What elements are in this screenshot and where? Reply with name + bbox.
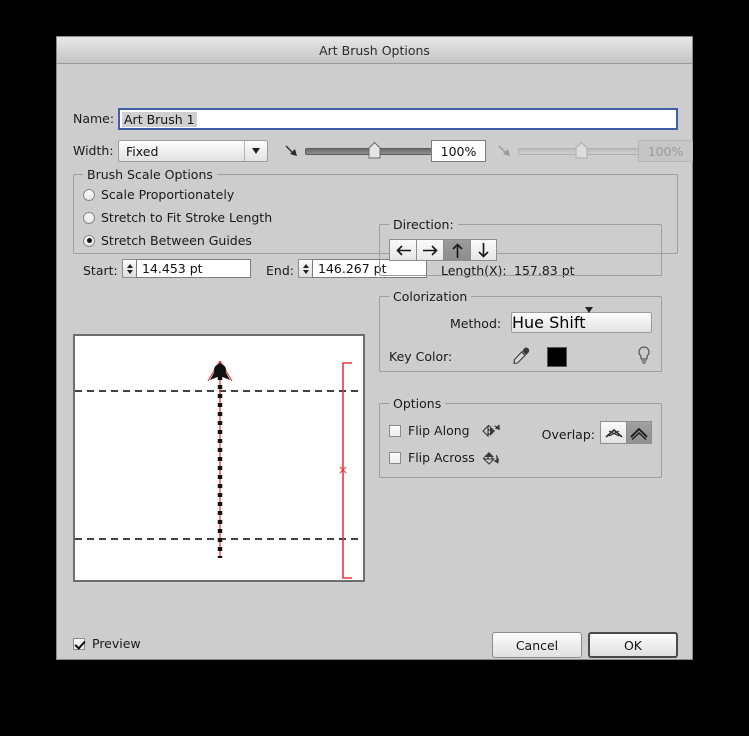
flip-along-checkbox[interactable]: Flip Along (389, 423, 470, 438)
start-stepper[interactable] (122, 259, 136, 278)
colorization-group: Colorization Method: Hue Shift Key Color… (379, 289, 662, 372)
ok-button[interactable]: OK (588, 632, 678, 658)
ok-button-label: OK (623, 637, 643, 653)
key-color-swatch[interactable] (547, 347, 567, 367)
options-title: Options (389, 396, 446, 411)
width-value-1-input[interactable]: 100% (431, 140, 486, 162)
width-row: Width: Fixed 100% 100% (73, 140, 693, 162)
end-value: 146.267 pt (318, 261, 387, 276)
arrow-down-icon (478, 242, 489, 258)
width-slider-2-group (497, 140, 641, 162)
dialog-body: Name: Art Brush 1 Width: Fixed 100% 100%… (57, 64, 693, 660)
overlap-buttons (600, 421, 652, 444)
radio-scale-proportionately[interactable]: Scale Proportionately (83, 187, 234, 202)
chevron-down-icon (585, 307, 594, 332)
width-slider-2-knob[interactable] (575, 141, 588, 159)
width-mode-select[interactable]: Fixed (118, 140, 268, 162)
start-field[interactable]: 14.453 pt (122, 259, 251, 278)
direction-up-button[interactable] (443, 239, 470, 261)
width-slider-1[interactable] (305, 141, 438, 158)
checkbox-icon (389, 451, 401, 464)
name-row: Name: Art Brush 1 (73, 108, 678, 130)
direction-left-button[interactable] (389, 239, 416, 261)
colorization-method-select[interactable]: Hue Shift (511, 307, 652, 333)
radio-stretch-to-fit-stroke-length[interactable]: Stretch to Fit Stroke Length (83, 210, 272, 225)
checkbox-icon (389, 424, 401, 437)
key-color-label: Key Color: (389, 349, 453, 364)
brush-name-value: Art Brush 1 (122, 111, 197, 127)
flip-across-checkbox[interactable]: Flip Across (389, 450, 475, 465)
end-stepper[interactable] (298, 259, 312, 278)
preview-label: Preview (92, 636, 141, 651)
art-brush-options-dialog: Art Brush Options Name: Art Brush 1 Widt… (56, 36, 693, 660)
direction-right-button[interactable] (416, 239, 443, 261)
chevron-down-icon (244, 141, 267, 161)
cancel-button[interactable]: Cancel (492, 632, 582, 658)
colorization-title: Colorization (389, 289, 472, 304)
overlap-label: Overlap: (541, 427, 595, 442)
width-value-1: 100% (440, 143, 477, 159)
width-value-2: 100% (647, 143, 684, 159)
start-value: 14.453 pt (142, 261, 203, 276)
flip-along-label: Flip Along (408, 423, 470, 438)
radio-stretch-between-guides[interactable]: Stretch Between Guides (83, 233, 252, 248)
colorization-method-value: Hue Shift (512, 313, 586, 332)
checkbox-icon (73, 637, 85, 650)
width-value-2-input[interactable]: 100% (638, 140, 693, 162)
width-slider-1-knob[interactable] (368, 141, 381, 159)
end-label: End: (266, 263, 294, 278)
direction-title: Direction: (389, 217, 458, 232)
start-label: Start: (83, 263, 118, 278)
arrow-left-icon (395, 244, 411, 256)
direction-group: Direction: (379, 217, 662, 276)
overlap-prevent-icon (630, 427, 648, 440)
brush-preview-canvas (73, 334, 365, 582)
flip-across-icon (481, 449, 503, 471)
radio-icon (83, 234, 95, 247)
width-label: Width: (73, 143, 114, 158)
arrow-right-icon (422, 244, 438, 256)
brush-preview-art (75, 360, 363, 579)
lightbulb-icon[interactable] (636, 345, 652, 369)
cancel-button-label: Cancel (515, 637, 559, 653)
stroke-width-icon (497, 143, 513, 159)
flip-along-icon (481, 422, 503, 444)
radio-label: Stretch Between Guides (101, 233, 252, 248)
flip-across-label: Flip Across (408, 450, 475, 465)
overlap-prevent-button[interactable] (626, 421, 652, 444)
arrow-up-icon (451, 242, 463, 258)
overlap-allow-icon (604, 428, 623, 438)
stroke-width-icon (284, 143, 300, 159)
width-slider-1-group (284, 140, 438, 162)
radio-label: Scale Proportionately (101, 187, 235, 202)
options-group: Options Flip Along Flip Across Overlap: (379, 396, 662, 478)
width-mode-value: Fixed (126, 143, 159, 159)
dialog-title-bar: Art Brush Options (57, 37, 692, 64)
preview-checkbox[interactable]: Preview (73, 636, 141, 651)
radio-icon (83, 188, 95, 201)
radio-label: Stretch to Fit Stroke Length (101, 210, 273, 225)
eyedropper-icon[interactable] (510, 345, 532, 371)
width-slider-2[interactable] (518, 141, 641, 158)
direction-buttons (389, 239, 497, 261)
overlap-allow-button[interactable] (600, 421, 626, 444)
direction-down-button[interactable] (470, 239, 497, 261)
dialog-title: Art Brush Options (319, 43, 430, 58)
name-label: Name: (73, 111, 115, 126)
brush-name-input[interactable]: Art Brush 1 (118, 108, 678, 130)
start-input[interactable]: 14.453 pt (136, 259, 251, 278)
method-label: Method: (450, 316, 502, 331)
brush-scale-options-title: Brush Scale Options (83, 167, 217, 182)
radio-icon (83, 211, 95, 224)
